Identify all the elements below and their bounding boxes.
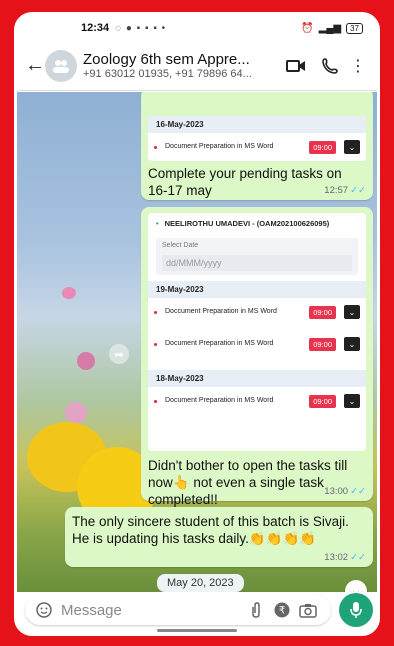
status-time: 12:34 (81, 22, 110, 34)
message-time: 13:02 (324, 552, 349, 563)
svg-text:₹: ₹ (279, 606, 285, 617)
group-avatar[interactable] (45, 49, 77, 82)
task-card: • NEELIROTHU UMADEVI - (OAM202100626095)… (148, 213, 366, 451)
battery-icon: 37 (346, 22, 363, 34)
chat-titles[interactable]: Zoology 6th sem Appre... +91 63012 01935… (83, 51, 279, 80)
mic-icon (350, 602, 362, 618)
message-meta: 13:02 ✓✓ (324, 552, 366, 563)
chevron-down-icon[interactable]: ⌄ (344, 394, 360, 408)
message-time: 13:00 (324, 486, 349, 497)
read-ticks-icon: ✓✓ (350, 185, 366, 196)
task-row: Document Preparation in MS Word 09:00 ⌄ (148, 387, 366, 415)
message-bubble[interactable]: • NEELIROTHU UMADEVI - (OAM202100626095)… (141, 207, 373, 507)
message-input[interactable]: Message (61, 602, 243, 619)
phone-screen: 12:34 ◌ ● ▪ ▪ ▪ • ⏰ ▂▄▆ 37 ← Zoology 6th… (14, 12, 380, 636)
status-bar: 12:34 ◌ ● ▪ ▪ ▪ • ⏰ ▂▄▆ 37 (17, 15, 377, 41)
date-select[interactable]: Select Date dd/MMM/yyyy (156, 238, 358, 275)
back-arrow-icon[interactable]: ← (25, 54, 45, 77)
system-icons: ⏰ ▂▄▆ 37 (301, 22, 363, 34)
alarm-icon: ⏰ (301, 22, 314, 34)
read-ticks-icon: ✓✓ (350, 486, 366, 497)
select-label: Select Date (162, 242, 199, 249)
select-value: dd/MMM/yyyy (162, 255, 352, 271)
camera-icon[interactable] (295, 603, 321, 618)
task-date-header: 18-May-2023 (148, 370, 366, 387)
bullet-icon (154, 145, 157, 149)
task-time-tag: 09:00 (309, 140, 336, 154)
bullet-icon (154, 310, 157, 314)
more-options-icon[interactable]: ⋮ (347, 56, 369, 76)
notification-icons: ◌ ● ▪ ▪ ▪ • (115, 22, 167, 34)
phone-call-icon[interactable] (313, 57, 347, 74)
chevron-down-icon[interactable]: ⌄ (344, 140, 360, 154)
message-bubble[interactable]: The only sincere student of this batch i… (65, 507, 373, 567)
video-call-icon[interactable] (279, 59, 313, 73)
attach-icon[interactable] (243, 602, 269, 618)
task-date-header: 16-May-2023 (148, 116, 366, 133)
message-text: The only sincere student of this batch i… (72, 514, 349, 546)
task-row: Document Preparation in MS Word 09:00 ⌄ (148, 133, 366, 161)
read-ticks-icon: ✓✓ (350, 552, 366, 563)
task-time-tag: 09:00 (309, 394, 336, 408)
task-name: Document Preparation in MS Word (165, 340, 274, 347)
task-name: Doccument Preparation in MS Word (165, 308, 277, 315)
message-meta: 13:00 ✓✓ (324, 486, 366, 497)
chat-header: ← Zoology 6th sem Appre... +91 63012 019… (17, 41, 377, 91)
chat-area: 16-May-2023 Document Preparation in MS W… (17, 92, 377, 592)
bullet-icon (154, 399, 157, 403)
chevron-down-icon[interactable]: ⌄ (344, 337, 360, 351)
emoji-icon[interactable] (35, 602, 53, 618)
bullet-icon (154, 342, 157, 346)
group-members: +91 63012 01935, +91 79896 64... (83, 68, 252, 80)
flower-decoration (77, 352, 95, 370)
task-row: Document Preparation in MS Word 09:00 ⌄ (148, 330, 366, 358)
message-text: Didn't bother to open the tasks till now… (148, 458, 348, 507)
student-row: • NEELIROTHU UMADEVI - (OAM202100626095) (148, 213, 366, 234)
message-time: 12:57 (324, 185, 349, 196)
bullet-icon: • (156, 219, 159, 228)
task-card: 16-May-2023 Document Preparation in MS W… (148, 116, 366, 161)
student-name: NEELIROTHU UMADEVI - (OAM202100626095) (164, 219, 330, 228)
message-meta: 12:57 ✓✓ (324, 185, 366, 196)
task-name: Document Preparation in MS Word (165, 397, 274, 404)
task-time-tag: 09:00 (309, 337, 336, 351)
group-name: Zoology 6th sem Appre... (83, 51, 250, 68)
flower-decoration (62, 287, 76, 299)
task-time-tag: 09:00 (309, 305, 336, 319)
mic-button[interactable] (339, 593, 373, 627)
message-bubble[interactable]: 16-May-2023 Document Preparation in MS W… (141, 92, 373, 200)
chevron-down-icon[interactable]: ⌄ (344, 305, 360, 319)
task-name: Document Preparation in MS Word (165, 143, 274, 150)
rupee-payment-icon[interactable]: ₹ (269, 602, 295, 618)
home-indicator (157, 629, 237, 632)
date-divider: May 20, 2023 (157, 574, 244, 592)
scroll-down-icon[interactable]: ⌄⌄ (345, 580, 367, 592)
task-date-header: 19-May-2023 (148, 281, 366, 298)
forward-icon[interactable]: ➦ (109, 344, 129, 364)
flower-decoration (65, 402, 87, 424)
task-row: Doccument Preparation in MS Word 09:00 ⌄ (148, 298, 366, 326)
signal-icon: ▂▄▆ (318, 22, 342, 34)
message-composer[interactable]: Message ₹ (25, 595, 331, 625)
